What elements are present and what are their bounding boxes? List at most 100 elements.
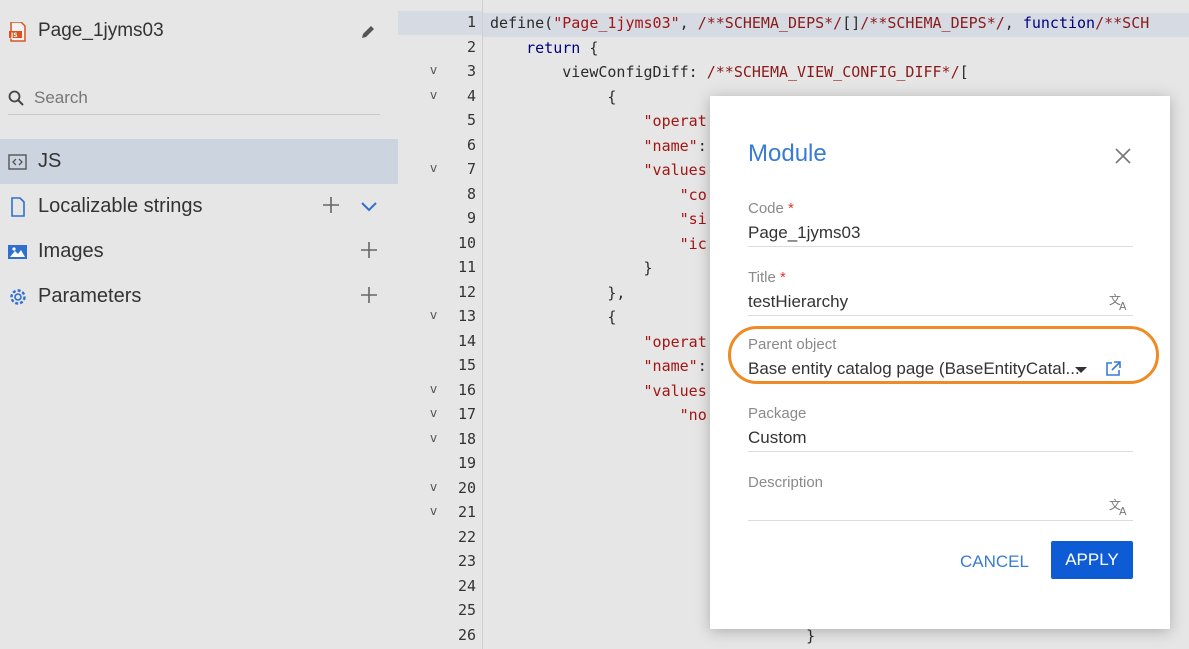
add-icon[interactable]	[321, 195, 341, 215]
gutter-row: 22	[398, 526, 482, 550]
image-icon	[8, 245, 27, 259]
code-line: "si	[490, 207, 707, 231]
gutter-row: 10	[398, 232, 482, 256]
translate-icon[interactable]: 文 A	[1109, 293, 1129, 311]
fold-toggle-icon[interactable]: v	[430, 504, 437, 518]
code-line: {	[490, 85, 616, 109]
line-number: 3	[466, 62, 476, 80]
code-token: "si	[679, 210, 707, 228]
code-token: :	[697, 357, 707, 375]
line-number: 12	[457, 282, 476, 301]
line-number: 26	[457, 625, 476, 644]
search-field[interactable]: Search	[8, 86, 380, 115]
cancel-button[interactable]: CANCEL	[950, 544, 1039, 580]
fold-toggle-icon[interactable]: v	[430, 431, 437, 445]
sidebar-item-images[interactable]: Images	[0, 229, 398, 274]
code-line: define("Page_1jyms03", /**SCHEMA_DEPS*/[…	[490, 11, 1149, 35]
apply-button[interactable]: APPLY	[1051, 541, 1133, 579]
sidebar-item-label: Localizable strings	[38, 195, 203, 217]
gutter-row: 6	[398, 134, 482, 158]
add-icon[interactable]	[359, 285, 379, 305]
line-number: 17	[457, 405, 476, 423]
description-input[interactable]: 文 A	[748, 494, 1133, 521]
code-line: "operat	[490, 330, 707, 354]
code-input[interactable]: Page_1jyms03	[748, 220, 1133, 247]
code-token: {	[490, 87, 617, 106]
gutter-row: 9	[398, 207, 482, 231]
sidebar-header: JS Page_1jyms03	[0, 0, 398, 64]
code-token: "name"	[643, 357, 698, 375]
add-icon[interactable]	[359, 240, 379, 260]
gutter-row: 23	[398, 550, 482, 574]
field-label: Description	[748, 474, 824, 491]
translate-icon[interactable]: 文 A	[1109, 498, 1129, 516]
package-input[interactable]: Custom	[748, 425, 1133, 452]
fold-toggle-icon[interactable]: v	[430, 161, 437, 175]
gutter-row: v 21	[398, 501, 482, 525]
line-number: 20	[457, 478, 476, 497]
pencil-icon[interactable]	[360, 24, 376, 40]
chevron-down-icon[interactable]	[359, 196, 379, 216]
svg-text:A: A	[1119, 505, 1127, 516]
line-number: 18	[457, 429, 476, 448]
fold-toggle-icon[interactable]: v	[430, 63, 437, 77]
title-field: Title * testHierarchy 文 A	[748, 269, 1133, 316]
gutter-row: v 13	[398, 305, 482, 329]
code-token: [	[959, 63, 969, 81]
svg-text:JS: JS	[10, 32, 18, 39]
sidebar: JS Page_1jyms03 Search JS Localizable st…	[0, 0, 398, 649]
gutter-row: 12	[398, 281, 482, 305]
line-number: 24	[457, 576, 476, 595]
gutter-row: v4	[398, 85, 482, 109]
code-token: "co	[679, 185, 707, 204]
gutter-row: 2	[398, 36, 482, 60]
code-token: []	[842, 14, 861, 32]
code-token: /**SCHEMA_VIEW_CONFIG_DIFF*/	[706, 63, 960, 81]
line-number: 16	[457, 380, 476, 399]
code-token: :	[697, 136, 707, 155]
code-line: },	[490, 281, 625, 305]
code-line: return {	[490, 36, 598, 60]
document-icon	[11, 197, 25, 217]
code-token: "values	[643, 161, 707, 179]
close-icon[interactable]	[1114, 147, 1132, 165]
line-number: 1	[466, 13, 476, 31]
line-number: 25	[457, 601, 476, 619]
js-file-icon: JS	[9, 22, 26, 42]
line-number: 14	[457, 331, 476, 350]
sidebar-item-label: Parameters	[38, 285, 142, 307]
fold-toggle-icon[interactable]: v	[430, 308, 437, 322]
line-number: 8	[466, 184, 476, 203]
fold-toggle-icon[interactable]: v	[430, 88, 437, 102]
code-line: "values	[490, 379, 707, 403]
fold-toggle-icon[interactable]: v	[430, 382, 437, 396]
fold-toggle-icon[interactable]: v	[430, 406, 437, 420]
code-token: ,	[679, 14, 698, 32]
code-line: "co	[490, 183, 707, 207]
code-token: "name"	[643, 136, 698, 155]
module-name: Page_1jyms03	[38, 20, 164, 41]
package-field: Package Custom	[748, 405, 1133, 452]
code-line: }	[490, 256, 653, 280]
code-token: define(	[490, 14, 554, 32]
gutter-row: v 18	[398, 428, 482, 452]
code-token: {	[490, 308, 617, 326]
search-input[interactable]: Search	[34, 88, 88, 108]
sidebar-item-localizable-strings[interactable]: Localizable strings	[0, 184, 398, 229]
code-token: },	[490, 283, 626, 302]
sidebar-item-parameters[interactable]: Parameters	[0, 274, 398, 319]
title-input[interactable]: testHierarchy 文 A	[748, 289, 1133, 316]
sidebar-item-js[interactable]: JS	[0, 139, 398, 184]
code-line: viewConfigDiff: /**SCHEMA_VIEW_CONFIG_DI…	[490, 60, 969, 84]
gutter-row: 11	[398, 256, 482, 280]
code-line: {	[490, 305, 616, 329]
fold-toggle-icon[interactable]: v	[430, 480, 437, 494]
sidebar-item-label: Images	[38, 240, 104, 262]
